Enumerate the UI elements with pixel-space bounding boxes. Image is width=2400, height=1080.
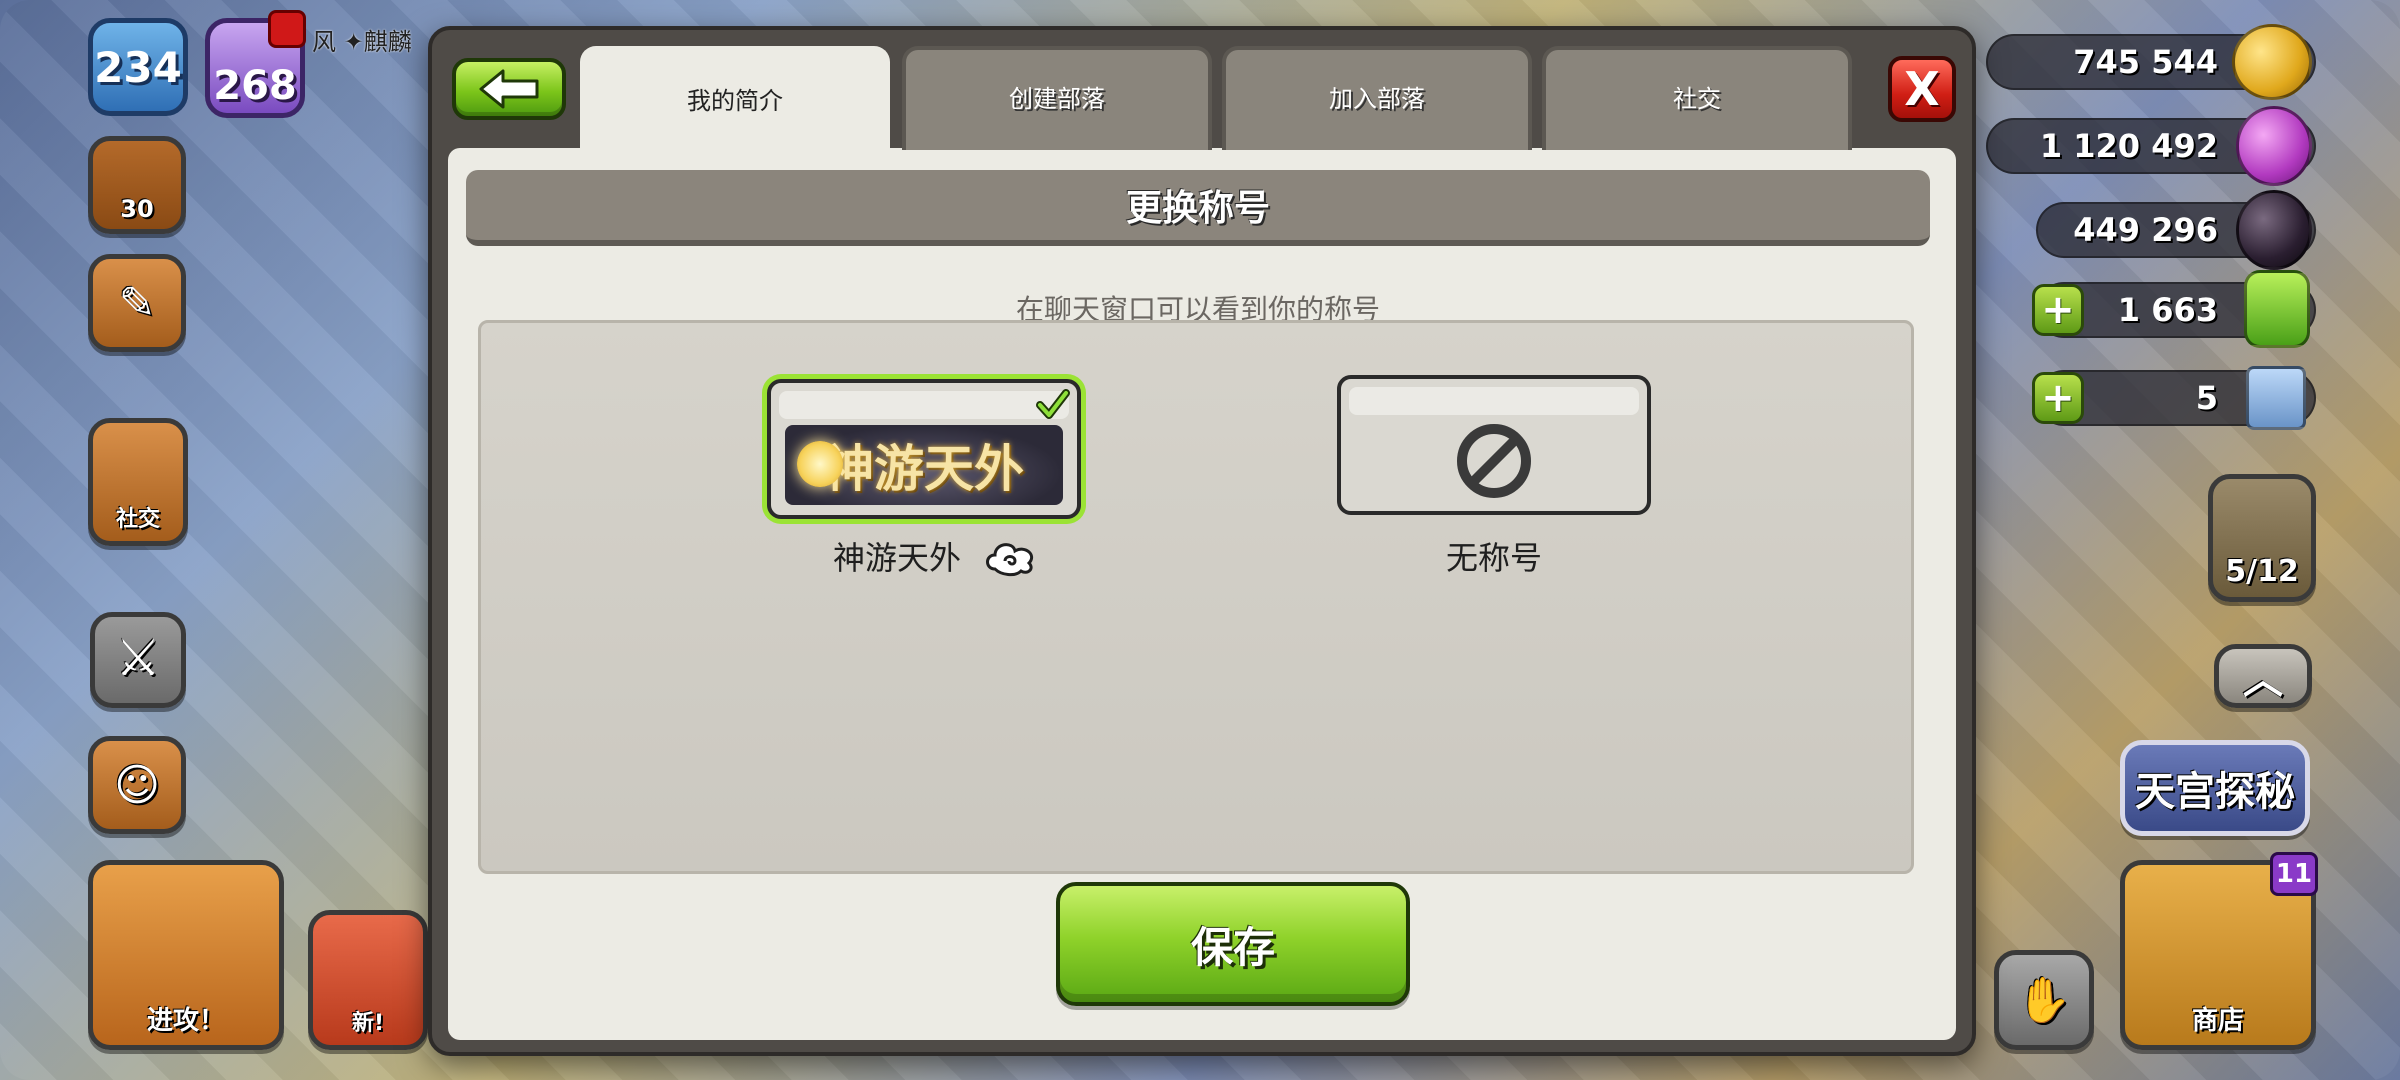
expand-up-button[interactable]: ︿	[2214, 644, 2312, 708]
add-pass-button[interactable]: +	[2032, 372, 2084, 424]
add-gems-button[interactable]: +	[2032, 284, 2084, 336]
title-list-panel: 神游天外 神游天外 无称号	[478, 320, 1914, 874]
back-button[interactable]	[452, 58, 566, 120]
ticket-icon	[2246, 366, 2306, 430]
dark-elixir-icon	[2236, 190, 2312, 270]
tab-create-clan[interactable]: 创建部落	[902, 46, 1212, 150]
tab-my-profile[interactable]: 我的简介	[580, 46, 890, 154]
scroll-icon: ✎	[118, 278, 156, 329]
attack-label: 进攻！	[146, 1006, 225, 1036]
gems-amount: 1 663	[2117, 291, 2218, 329]
barbarian-icon: ☺	[114, 760, 160, 811]
builders-button[interactable]: 5/12	[2208, 474, 2316, 602]
chevron-up-icon: ︿	[2243, 657, 2283, 703]
section-title: 更换称号	[466, 170, 1930, 246]
gem-icon	[2244, 270, 2310, 348]
close-button[interactable]: X	[1888, 56, 1956, 122]
new-label: 新!	[351, 1011, 385, 1036]
shop-label: 商店	[2191, 1006, 2244, 1036]
move-hand-icon: ✋	[2016, 975, 2072, 1026]
layout-edit-button[interactable]: ✋	[1994, 950, 2094, 1050]
back-arrow-icon	[479, 69, 539, 109]
save-button[interactable]: 保存	[1056, 882, 1410, 1006]
shop-count-badge: 11	[2270, 852, 2318, 896]
new-feature-button[interactable]: 新!	[308, 910, 428, 1050]
event-banner-button[interactable]: 天宫探秘	[2120, 740, 2310, 836]
dark-elixir-amount: 449 296	[2073, 211, 2218, 249]
quest-button[interactable]: ✎	[88, 254, 186, 352]
checkmark-icon	[1036, 389, 1070, 419]
tab-social[interactable]: 社交	[1542, 46, 1852, 150]
builder-base-button[interactable]: 30	[88, 136, 186, 234]
builders-count: 5/12	[2225, 554, 2299, 589]
player-name: 风 ✦麒麟	[312, 28, 412, 56]
title-option-shenyoutianwai[interactable]: 神游天外	[767, 379, 1081, 519]
crossed-swords-icon: ⚔	[115, 629, 161, 687]
card-top-strip	[1349, 387, 1639, 415]
attack-button[interactable]: 进攻！	[88, 860, 284, 1050]
glow-orb-icon	[797, 441, 843, 487]
tab-join-clan[interactable]: 加入部落	[1222, 46, 1532, 150]
gold-coin-icon	[2232, 24, 2312, 100]
card-top-strip	[779, 391, 1069, 419]
title-option-label: 神游天外	[832, 539, 961, 577]
event-banner-label: 天宫探秘	[2135, 768, 2295, 815]
profile-dialog: 我的简介 创建部落 加入部落 社交 X 更换称号 在聊天窗口可以看到你的称号 神…	[428, 26, 1976, 1056]
experience-level-badge[interactable]: 234	[88, 18, 188, 116]
notification-dot	[268, 10, 306, 48]
builder-level: 30	[120, 195, 154, 223]
social-button[interactable]: 社交	[88, 418, 188, 546]
elixir-drop-icon	[2236, 106, 2312, 186]
battle-log-button[interactable]: ⚔	[90, 612, 186, 708]
passes-amount: 5	[2195, 379, 2218, 417]
army-button[interactable]: ☺	[88, 736, 186, 834]
title-option-label: 无称号	[1445, 539, 1542, 577]
no-symbol-icon	[1457, 424, 1531, 498]
title-option-none[interactable]	[1337, 375, 1651, 515]
elixir-amount: 1 120 492	[2039, 127, 2218, 165]
gold-amount: 745 544	[2073, 43, 2218, 81]
cloud-icon	[986, 543, 1034, 577]
social-label: 社交	[115, 507, 160, 532]
